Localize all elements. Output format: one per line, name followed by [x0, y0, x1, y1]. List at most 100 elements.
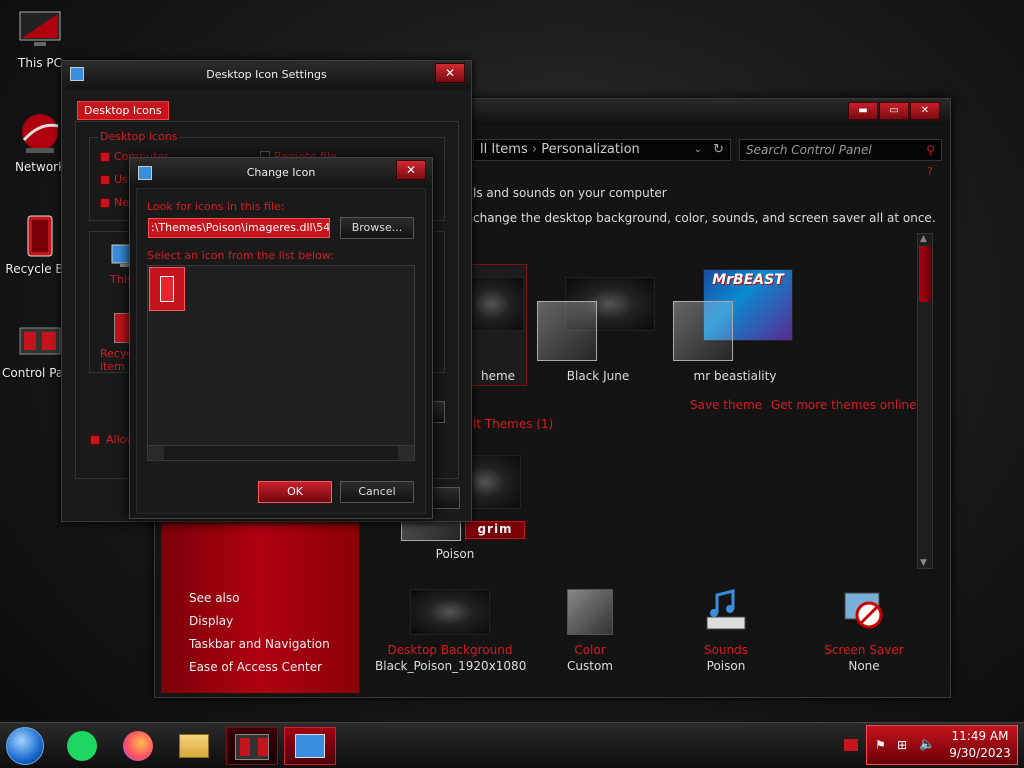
folder-icon	[179, 734, 209, 758]
show-hidden-icons-button[interactable]	[844, 739, 858, 751]
breadcrumb-personalization[interactable]: Personalization	[541, 142, 640, 157]
recycle-bin-icon	[18, 214, 62, 258]
browse-button[interactable]: Browse...	[340, 217, 414, 239]
desktop-background-value: Black_Poison_1920x1080	[375, 659, 527, 673]
address-bar[interactable]: ll Items › Personalization ⌄ ↻	[473, 139, 731, 161]
taskbar-app-file-explorer[interactable]	[168, 727, 220, 765]
network-checkbox[interactable]	[100, 198, 110, 208]
screen-saver-title: Screen Saver	[824, 643, 904, 657]
minimize-button[interactable]: ▬	[848, 102, 878, 120]
dialog-title: Change Icon	[246, 166, 316, 179]
recycle-bin-icon	[160, 276, 174, 302]
theme-item-selected[interactable]: heme	[460, 264, 527, 386]
maximize-button[interactable]: ▭	[879, 102, 909, 120]
breadcrumb-all-items[interactable]: ll Items	[474, 142, 528, 157]
select-icon-label: Select an icon from the list below:	[147, 249, 334, 262]
clock-date: 9/30/2023	[949, 746, 1011, 760]
volume-icon[interactable]: 🔈	[919, 737, 935, 752]
default-themes-header: lt Themes (1)	[473, 417, 554, 431]
themes-scrollbar[interactable]: ▲ ▼	[917, 233, 933, 569]
desktop-background-thumbnail	[410, 589, 490, 635]
apply-button[interactable]	[432, 487, 460, 509]
taskbar-app-spotify[interactable]	[56, 727, 108, 765]
network-icon	[18, 112, 62, 156]
system-tray: ⚑ ⊞ 🔈 11:49 AM 9/30/2023	[866, 725, 1018, 765]
control-panel-icon	[235, 734, 269, 760]
see-also-link-ease-of-access[interactable]: Ease of Access Center	[189, 660, 322, 674]
refresh-icon[interactable]: ↻	[713, 140, 724, 160]
theme-item-black-june[interactable]: Black June	[535, 269, 665, 387]
icon-list[interactable]	[147, 265, 415, 461]
monitor-icon	[138, 166, 152, 180]
sounds-title: Sounds	[703, 643, 749, 657]
theme-label: Poison	[435, 547, 475, 561]
user-files-checkbox-label: Us	[114, 173, 128, 186]
color-swatch	[567, 589, 613, 635]
search-input[interactable]: Search Control Panel ⚲	[739, 139, 942, 161]
theme-item-mr-beast[interactable]: MrBEAST mr beastiality	[669, 265, 801, 387]
user-files-checkbox[interactable]	[100, 175, 110, 185]
monitor-icon	[295, 734, 325, 758]
firefox-icon	[123, 731, 153, 761]
action-center-flag-icon[interactable]: ⚑	[875, 738, 886, 752]
see-also-link-taskbar[interactable]: Taskbar and Navigation	[189, 637, 330, 651]
sounds-icon	[703, 589, 749, 635]
ok-button[interactable]: OK	[258, 481, 332, 503]
spotify-icon	[67, 731, 97, 761]
page-heading: ls and sounds on your computer	[473, 186, 667, 200]
scroll-thumb[interactable]	[919, 246, 931, 302]
save-theme-link[interactable]: Save theme	[690, 398, 762, 412]
dialog-title: Desktop Icon Settings	[206, 68, 327, 81]
help-icon[interactable]: ?	[927, 165, 933, 178]
control-panel-icon	[18, 318, 62, 362]
scroll-left-icon[interactable]	[148, 446, 164, 460]
see-also-title: See also	[189, 591, 240, 605]
desktop-background-title: Desktop Background	[387, 643, 513, 657]
close-button[interactable]: ✕	[396, 160, 426, 180]
start-button[interactable]	[6, 727, 44, 765]
network-icon[interactable]: ⊞	[897, 738, 907, 752]
theme-glass-preview	[673, 301, 733, 361]
cancel-button[interactable]: Cancel	[340, 481, 414, 503]
taskbar-app-firefox[interactable]	[112, 727, 164, 765]
clock[interactable]: 11:49 AM 9/30/2023	[945, 728, 1015, 762]
scroll-up-icon[interactable]: ▲	[920, 234, 927, 244]
mr-beast-logo: MrBEAST	[712, 272, 784, 288]
theme-label: Black June	[566, 369, 630, 383]
grim-logo: grim	[465, 521, 525, 539]
scroll-down-icon[interactable]: ▼	[920, 558, 927, 568]
monitor-icon	[70, 67, 84, 81]
screen-saver-item[interactable]: Screen Saver None	[819, 589, 909, 679]
icon-list-scrollbar[interactable]	[147, 445, 415, 461]
screen-saver-icon	[841, 589, 887, 635]
theme-glass-preview	[537, 301, 597, 361]
monitor-icon	[18, 8, 62, 52]
color-item[interactable]: Color Custom	[545, 589, 635, 679]
search-icon[interactable]: ⚲	[926, 140, 935, 160]
desktop-background-item[interactable]: Desktop Background Black_Poison_1920x108…	[375, 589, 527, 679]
group-label: Desktop icons	[98, 130, 180, 143]
taskbar-app-control-panel[interactable]	[226, 727, 278, 765]
sounds-value: Poison	[706, 659, 746, 673]
taskbar-app-desktop-icon-settings[interactable]	[284, 727, 336, 765]
scroll-right-icon[interactable]	[398, 446, 414, 460]
color-title: Color	[574, 643, 606, 657]
close-button[interactable]: ✕	[435, 63, 465, 83]
allow-themes-checkbox[interactable]	[90, 435, 100, 445]
dialog-titlebar: Change Icon	[130, 158, 432, 188]
icon-list-item[interactable]	[149, 267, 185, 311]
see-also-link-display[interactable]: Display	[189, 614, 233, 628]
close-button[interactable]: ✕	[910, 102, 940, 120]
search-placeholder: Search Control Panel	[746, 143, 872, 157]
get-more-themes-link[interactable]: Get more themes online	[771, 398, 917, 412]
tab-desktop-icons[interactable]: Desktop Icons	[77, 101, 169, 120]
sounds-item[interactable]: Sounds Poison	[681, 589, 771, 679]
page-subheading: change the desktop background, color, so…	[473, 211, 936, 225]
clock-time: 11:49 AM	[951, 729, 1009, 743]
look-for-label: Look for icons in this file:	[147, 200, 285, 213]
icon-path-input[interactable]: :\Themes\Poison\imageres.dll\54.ico	[148, 218, 330, 238]
computer-checkbox[interactable]	[100, 152, 110, 162]
chevron-down-icon[interactable]: ⌄	[694, 140, 702, 160]
theme-label: heme	[480, 369, 516, 383]
screen-saver-value: None	[848, 659, 880, 673]
